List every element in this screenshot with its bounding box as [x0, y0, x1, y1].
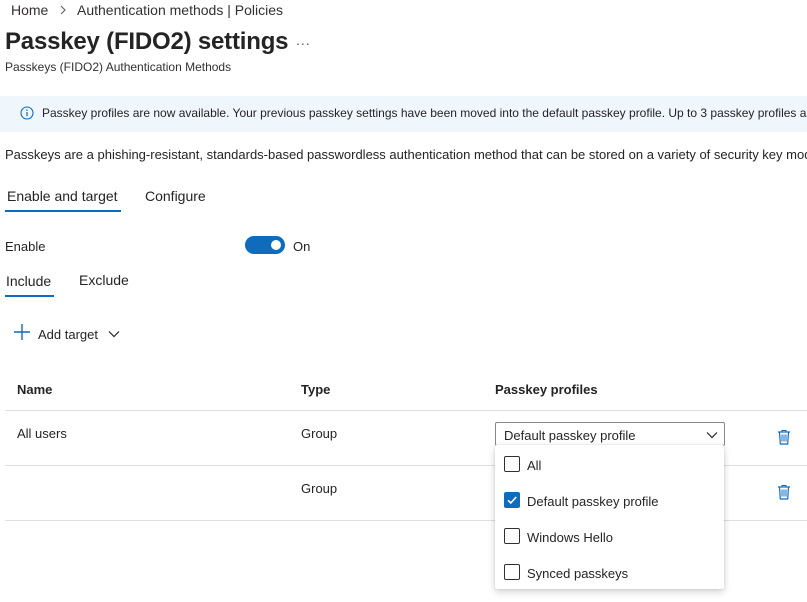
option-label: Default passkey profile: [527, 494, 659, 509]
info-banner-text: Passkey profiles are now available. Your…: [42, 106, 807, 120]
table-divider: [5, 410, 807, 411]
option-label: All: [527, 458, 542, 473]
column-header-type: Type: [301, 382, 331, 397]
row-name: All users: [17, 426, 67, 441]
passkey-profile-select[interactable]: Default passkey profile: [495, 422, 725, 446]
passkey-profile-dropdown: All Default passkey profile Windows Hell…: [495, 445, 724, 589]
checkmark-icon: [507, 496, 517, 505]
option-label: Synced passkeys: [527, 566, 629, 581]
tab-selected-indicator: [5, 210, 121, 212]
column-header-name: Name: [17, 382, 53, 397]
subtab-selected-indicator: [5, 295, 54, 297]
delete-trash-icon[interactable]: [777, 484, 791, 505]
breadcrumb-home[interactable]: Home: [11, 2, 48, 18]
tab-configure[interactable]: Configure: [145, 188, 206, 204]
breadcrumb-authentication-methods[interactable]: Authentication methods | Policies: [77, 2, 283, 18]
plus-icon: [13, 323, 31, 346]
chevron-down-icon: [706, 428, 718, 446]
passkey-settings-page: Home Authentication methods | Policies P…: [0, 0, 807, 602]
chevron-down-icon: [108, 327, 120, 345]
delete-trash-icon[interactable]: [777, 429, 791, 450]
tab-exclude[interactable]: Exclude: [79, 272, 129, 288]
checkbox[interactable]: [504, 456, 520, 472]
enable-label: Enable: [5, 239, 46, 254]
enable-toggle[interactable]: [245, 236, 285, 254]
checkbox[interactable]: [504, 528, 520, 544]
page-title: Passkey (FIDO2) settings: [5, 28, 289, 55]
tab-enable-and-target[interactable]: Enable and target: [7, 188, 118, 204]
tab-include[interactable]: Include: [6, 273, 51, 289]
more-options-button[interactable]: ...: [296, 32, 311, 48]
checkbox[interactable]: [504, 564, 520, 580]
breadcrumb-separator-icon: [59, 4, 67, 18]
row-type: Group: [301, 426, 338, 441]
enable-state-label: On: [293, 239, 311, 254]
passkey-description: Passkeys are a phishing-resistant, stand…: [5, 147, 807, 162]
toggle-knob: [271, 240, 281, 250]
passkey-profile-select-value: Default passkey profile: [504, 428, 636, 443]
info-icon: [20, 106, 34, 125]
page-subtitle: Passkeys (FIDO2) Authentication Methods: [5, 60, 232, 74]
column-header-passkey-profiles: Passkey profiles: [495, 382, 598, 397]
checkbox-checked[interactable]: [504, 492, 520, 508]
option-label: Windows Hello: [527, 530, 613, 545]
row-type: Group: [301, 481, 338, 496]
add-target-label: Add target: [38, 327, 98, 342]
